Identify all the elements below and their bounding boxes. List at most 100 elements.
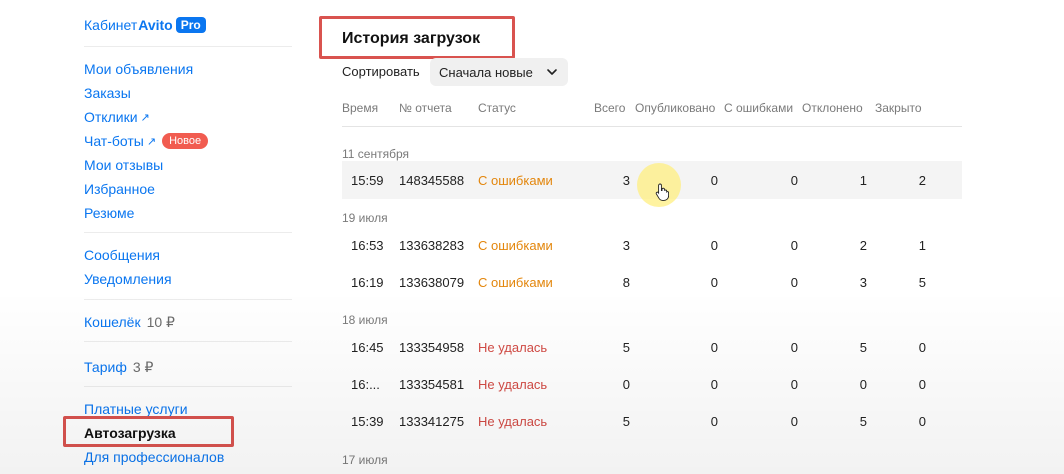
sidebar-item-responses[interactable]: Отклики ↗	[84, 107, 150, 127]
cell-report[interactable]: 148345588	[399, 173, 464, 188]
sidebar-item-messages[interactable]: Сообщения	[84, 245, 160, 265]
cell-status: С ошибками	[478, 238, 553, 253]
date-group-label: 17 июля	[342, 453, 388, 467]
cell-published: 0	[710, 275, 718, 290]
column-header-published: Опубликовано	[635, 101, 716, 115]
cell-total: 0	[622, 377, 630, 392]
sidebar-item-label: Чат-боты	[84, 133, 144, 149]
cell-status: Не удалась	[478, 377, 548, 392]
brand-pro-badge: Pro	[175, 17, 206, 33]
cell-total: 3	[622, 173, 630, 188]
cell-errors: 0	[790, 340, 798, 355]
table-row[interactable]: 16:53 133638283 С ошибками 3 0 0 2 1	[342, 226, 962, 264]
cell-published: 0	[710, 377, 718, 392]
cell-report[interactable]: 133354581	[399, 377, 464, 392]
sort-dropdown[interactable]: Сначала новые	[430, 58, 568, 86]
cell-closed: 5	[918, 275, 926, 290]
cell-total: 3	[622, 238, 630, 253]
cell-rejected: 5	[859, 340, 867, 355]
sidebar-item-label: Отклики	[84, 109, 138, 125]
cell-published: 0	[710, 173, 718, 188]
sidebar-item-favorites[interactable]: Избранное	[84, 179, 155, 199]
sidebar-item-reviews[interactable]: Мои отзывы	[84, 155, 163, 175]
tariff-label: Тариф	[84, 359, 127, 375]
table-row[interactable]: 15:39 133341275 Не удалась 5 0 0 5 0	[342, 402, 962, 440]
brand-logo[interactable]: Кабинет Avito Pro	[84, 17, 206, 33]
cell-closed: 0	[918, 340, 926, 355]
sidebar-item-label: Избранное	[84, 181, 155, 197]
cell-report[interactable]: 133354958	[399, 340, 464, 355]
sidebar-item-label: Для профессионалов	[84, 449, 225, 465]
sidebar-item-label: Мои объявления	[84, 61, 194, 77]
sidebar-item-for-professionals[interactable]: Для профессионалов	[84, 447, 224, 467]
cell-time: 15:39	[351, 414, 384, 429]
highlight-box-title	[319, 16, 515, 59]
sidebar-item-resume[interactable]: Резюме	[84, 203, 134, 223]
sidebar-divider	[84, 386, 292, 387]
chevron-down-icon	[547, 69, 557, 75]
cell-report[interactable]: 133638079	[399, 275, 464, 290]
external-arrow-icon: ↗	[146, 135, 157, 148]
sidebar: Кабинет Avito Pro Мои объявления Заказы …	[0, 0, 300, 474]
highlight-box-autoload	[63, 416, 234, 447]
cell-errors: 0	[790, 238, 798, 253]
cell-time: 16:53	[351, 238, 384, 253]
cell-time: 15:59	[351, 173, 384, 188]
cell-rejected: 3	[859, 275, 867, 290]
new-badge: Новое	[162, 133, 209, 149]
cell-errors: 0	[790, 377, 798, 392]
cell-errors: 0	[790, 173, 798, 188]
column-header-rejected: Отклонено	[802, 101, 863, 115]
sidebar-item-tariff[interactable]: Тариф 3 ₽	[84, 357, 153, 377]
cell-errors: 0	[790, 275, 798, 290]
main-content: История загрузок Сортировать Сначала нов…	[300, 0, 1064, 474]
sidebar-item-label: Сообщения	[84, 247, 160, 263]
sidebar-item-notifications[interactable]: Уведомления	[84, 269, 172, 289]
cell-published: 0	[710, 238, 718, 253]
cell-status: С ошибками	[478, 275, 553, 290]
external-arrow-icon: ↗	[140, 111, 150, 124]
table-row[interactable]: 16:19 133638079 С ошибками 8 0 0 3 5	[342, 263, 962, 301]
sidebar-item-chatbots[interactable]: Чат-боты ↗ Новое	[84, 131, 209, 151]
cell-report[interactable]: 133341275	[399, 414, 464, 429]
cell-rejected: 5	[859, 414, 867, 429]
sidebar-divider	[84, 299, 292, 300]
column-header-status: Статус	[478, 101, 516, 115]
cell-published: 0	[710, 414, 718, 429]
cell-rejected: 2	[859, 238, 867, 253]
cell-closed: 0	[918, 377, 926, 392]
cell-time: 16:...	[351, 377, 380, 392]
sidebar-divider	[84, 46, 292, 47]
brand-avito: Avito	[138, 17, 173, 33]
cell-status: Не удалась	[478, 414, 548, 429]
header-divider	[342, 126, 962, 127]
sidebar-item-orders[interactable]: Заказы	[84, 83, 131, 103]
hand-cursor-icon	[655, 183, 669, 201]
sort-dropdown-value: Сначала новые	[439, 64, 533, 80]
cell-closed: 2	[918, 173, 926, 188]
table-row[interactable]: 16:45 133354958 Не удалась 5 0 0 5 0	[342, 328, 962, 366]
cell-closed: 1	[918, 238, 926, 253]
column-header-closed: Закрыто	[875, 101, 922, 115]
sidebar-item-label: Мои отзывы	[84, 157, 164, 173]
sidebar-item-label: Заказы	[84, 85, 131, 101]
sidebar-divider	[84, 341, 292, 342]
cell-total: 5	[622, 340, 630, 355]
cell-rejected: 1	[859, 173, 867, 188]
column-header-errors: С ошибками	[724, 101, 794, 115]
cell-closed: 0	[918, 414, 926, 429]
date-group-label: 18 июля	[342, 313, 388, 327]
column-header-total: Всего	[594, 101, 626, 115]
sidebar-item-label: Резюме	[84, 205, 135, 221]
cell-errors: 0	[790, 414, 798, 429]
cell-report[interactable]: 133638283	[399, 238, 464, 253]
wallet-label: Кошелёк	[84, 314, 141, 330]
column-header-report: № отчета	[399, 101, 452, 115]
sidebar-item-my-ads[interactable]: Мои объявления	[84, 59, 193, 79]
cell-published: 0	[710, 340, 718, 355]
sidebar-item-label: Платные услуги	[84, 401, 188, 417]
sidebar-item-wallet[interactable]: Кошелёк 10 ₽	[84, 312, 175, 332]
table-row[interactable]: 16:... 133354581 Не удалась 0 0 0 0 0	[342, 365, 962, 403]
cell-total: 5	[622, 414, 630, 429]
cell-status: Не удалась	[478, 340, 548, 355]
